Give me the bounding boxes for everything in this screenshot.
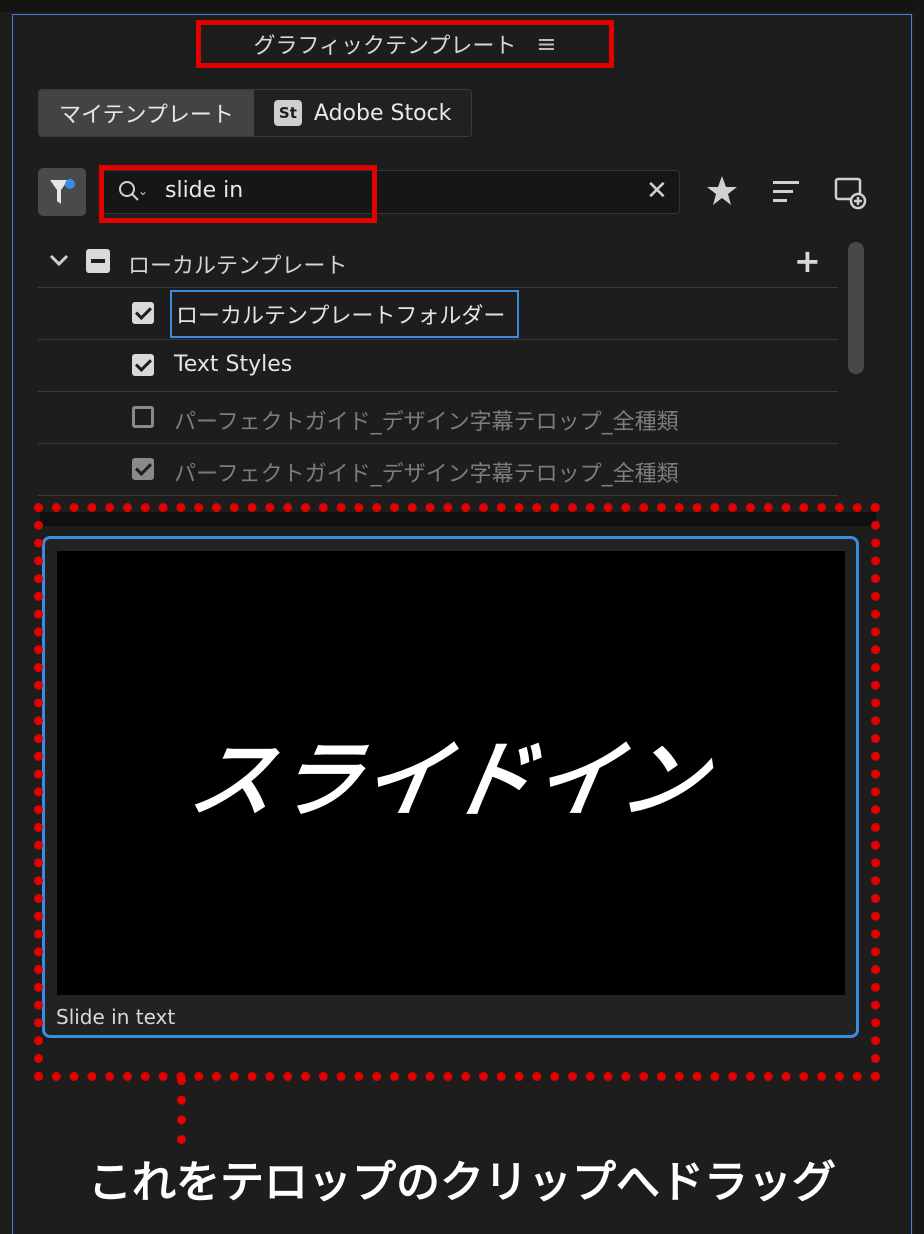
new-bin-icon[interactable] bbox=[832, 173, 870, 211]
panel-title: グラフィックテンプレート bbox=[253, 34, 517, 59]
annotation-caption: これをテロップのクリップへドラッグ bbox=[88, 1157, 836, 1208]
window-top-bar bbox=[0, 0, 924, 12]
adobe-stock-icon: St bbox=[273, 100, 302, 126]
clear-search-icon[interactable]: ✕ bbox=[646, 176, 668, 206]
tree-item-label[interactable]: ローカルテンプレートフォルダー bbox=[170, 290, 520, 338]
tree-item-row[interactable]: パーフェクトガイド_デザイン字幕テロップ_全種類 bbox=[38, 444, 838, 496]
list-divider bbox=[40, 512, 876, 526]
tree-item-row[interactable]: Text Styles bbox=[38, 340, 838, 392]
tree-root-label: ローカルテンプレート bbox=[128, 254, 348, 279]
tree-item-label: パーフェクトガイド_デザイン字幕テロップ_全種類 bbox=[174, 462, 679, 487]
template-name: Slide in text bbox=[56, 1005, 176, 1029]
template-card[interactable]: スライドイン Slide in text bbox=[42, 536, 859, 1038]
template-source-tabs: マイテンプレート St Adobe Stock bbox=[38, 89, 473, 137]
add-folder-icon[interactable]: + bbox=[794, 242, 821, 280]
search-icon[interactable] bbox=[118, 180, 140, 202]
adjacent-panel-edge bbox=[914, 0, 924, 1234]
tree-item-label: Text Styles bbox=[174, 352, 293, 377]
checkbox-unchecked[interactable] bbox=[132, 406, 154, 428]
hamburger-menu-icon[interactable]: ≡ bbox=[536, 30, 556, 58]
chevron-down-icon[interactable] bbox=[48, 252, 70, 268]
panel-title-highlight[interactable]: グラフィックテンプレート ≡ bbox=[196, 20, 614, 68]
filter-button[interactable] bbox=[38, 168, 86, 216]
callout-line bbox=[177, 1076, 186, 1144]
checkbox-checked[interactable] bbox=[132, 302, 154, 324]
star-icon[interactable] bbox=[704, 173, 740, 209]
preview-title-text: スライドイン bbox=[183, 730, 717, 829]
tree-scrollbar[interactable] bbox=[848, 242, 864, 374]
tab-my-templates-label: マイテンプレート bbox=[59, 103, 234, 128]
mixed-checkbox[interactable] bbox=[86, 249, 110, 273]
checkbox-checked[interactable] bbox=[132, 354, 154, 376]
tree-item-row[interactable]: ローカルテンプレートフォルダー bbox=[38, 288, 838, 340]
tab-my-templates[interactable]: マイテンプレート bbox=[39, 90, 254, 136]
minus-mark bbox=[91, 259, 105, 263]
tree-item-row[interactable]: パーフェクトガイド_デザイン字幕テロップ_全種類 bbox=[38, 392, 838, 444]
checkbox-checked[interactable] bbox=[132, 458, 154, 480]
filter-icon bbox=[50, 179, 75, 204]
tab-adobe-stock[interactable]: St Adobe Stock bbox=[253, 90, 472, 136]
template-preview[interactable]: スライドイン bbox=[57, 551, 845, 995]
search-input[interactable]: slide in bbox=[165, 178, 243, 203]
search-options-chevron-icon[interactable]: ⌄ bbox=[138, 184, 148, 198]
tab-adobe-stock-label: Adobe Stock bbox=[313, 100, 452, 126]
tree-item-label: パーフェクトガイド_デザイン字幕テロップ_全種類 bbox=[174, 410, 679, 435]
sort-icon[interactable] bbox=[770, 173, 802, 209]
tree-root-row[interactable]: ローカルテンプレート + bbox=[38, 236, 838, 288]
